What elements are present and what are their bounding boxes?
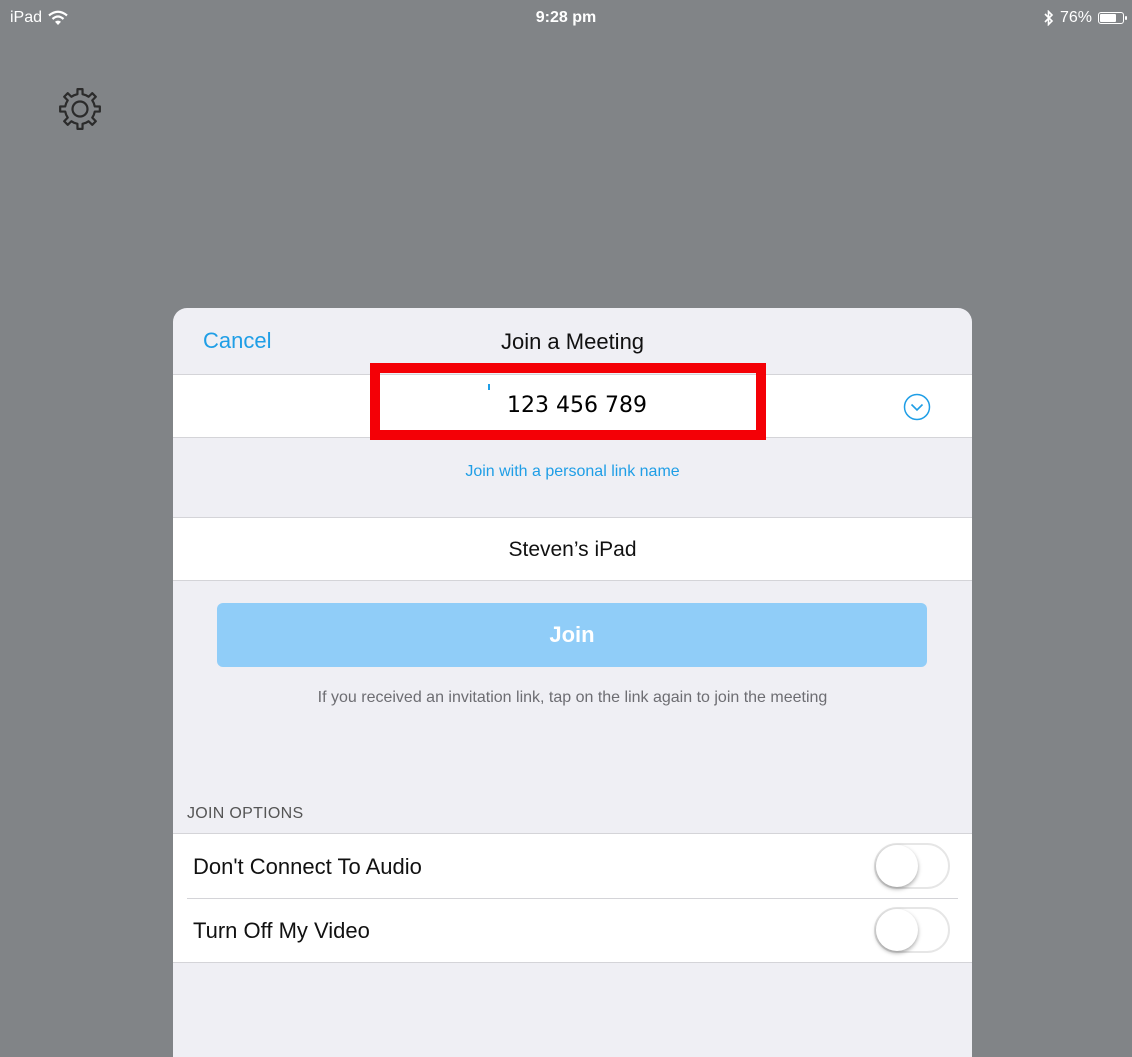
invitation-hint: If you received an invitation link, tap … <box>317 689 828 706</box>
join-options-list: Don't Connect To Audio Turn Off My Video <box>173 833 972 963</box>
join-meeting-modal: Cancel Join a Meeting 123 456 789 Join w… <box>173 308 972 1057</box>
join-button[interactable]: Join <box>217 603 927 667</box>
display-name-field[interactable]: Steven’s iPad <box>173 517 972 581</box>
option-label: Don't Connect To Audio <box>193 854 422 879</box>
gear-icon[interactable] <box>56 85 104 133</box>
join-options-header: JOIN OPTIONS <box>187 805 304 822</box>
option-label: Turn Off My Video <box>193 918 370 943</box>
status-time: 9:28 pm <box>535 9 597 26</box>
option-dont-connect-audio: Don't Connect To Audio <box>173 834 972 898</box>
status-bar: iPad 9:28 pm 76% <box>0 0 1132 40</box>
chevron-down-circle-icon[interactable] <box>903 393 931 421</box>
battery-icon <box>1098 12 1127 24</box>
audio-toggle[interactable] <box>874 843 950 889</box>
battery-level <box>1100 14 1116 22</box>
toggle-knob <box>876 845 918 887</box>
status-right: 76% <box>1044 9 1127 27</box>
bluetooth-icon <box>1044 10 1054 26</box>
highlight-box <box>370 363 766 440</box>
modal-title: Join a Meeting <box>500 329 645 354</box>
battery-percent: 76% <box>1059 9 1092 26</box>
video-toggle[interactable] <box>874 907 950 953</box>
display-name-value: Steven’s iPad <box>508 538 637 561</box>
toggle-knob <box>876 909 918 951</box>
personal-link-button[interactable]: Join with a personal link name <box>173 463 972 481</box>
option-turn-off-video: Turn Off My Video <box>173 898 972 962</box>
